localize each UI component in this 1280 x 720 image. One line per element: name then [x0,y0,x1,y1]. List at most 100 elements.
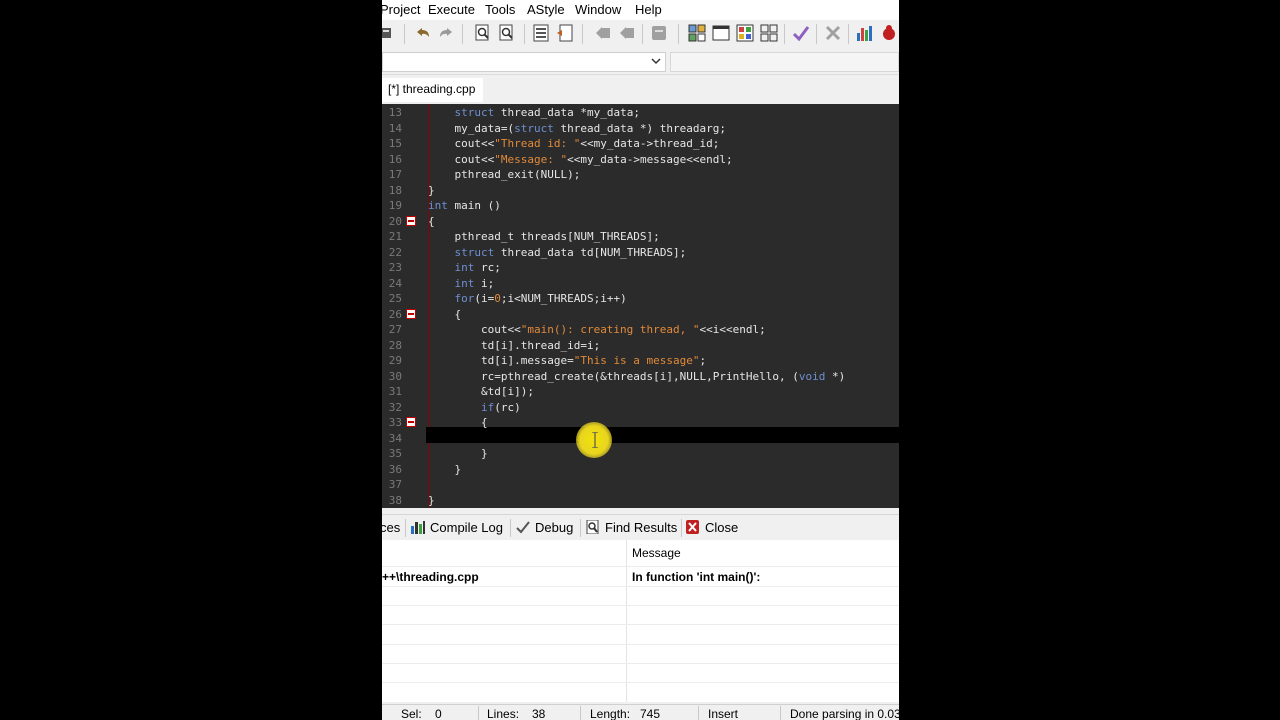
line-number: 16 [388,152,402,166]
line-number: 15 [388,137,402,150]
tab-debug[interactable]: Debug [515,520,573,535]
status-parse-message: Done parsing in 0.03 [790,707,899,720]
log-message-cell: In function 'int main()': [632,570,761,584]
redo-icon[interactable] [437,24,455,42]
profile-chart-icon[interactable] [856,24,874,42]
replace-icon[interactable] [498,24,516,42]
tab-resources[interactable]: ces [382,520,400,535]
code-line[interactable]: } [428,462,461,477]
compile-log-table: Message ++\threading.cpp In function 'in… [382,540,899,702]
code-line[interactable]: td[i].thread_id=i; [428,338,600,353]
code-line[interactable]: int main () [428,198,501,213]
line-number: 22 [388,245,402,259]
code-line[interactable]: int i; [428,276,495,291]
line-number: 34 [388,431,402,445]
grid-icon[interactable] [760,24,778,42]
code-line[interactable]: &td[i]); [428,384,534,399]
code-line[interactable]: for(i=0;i<NUM_THREADS;i++) [428,291,627,306]
status-bar: Sel: 0 Lines: 38 Length: 745 Insert Done… [382,704,899,720]
goto-icon[interactable] [650,24,668,42]
class-selector[interactable] [382,52,666,72]
find-icon[interactable] [474,24,492,42]
member-selector[interactable] [670,52,899,72]
code-line[interactable]: struct thread_data *my_data; [428,105,640,120]
line-number: 38 [388,493,402,507]
code-line[interactable]: { [428,415,488,430]
line-number: 13 [388,106,402,119]
column-header-message[interactable]: Message [632,546,681,560]
line-number: 33 [388,416,402,429]
bottom-panel-tabs: ces Compile Log Debug Find Results Close [382,514,899,541]
status-insert-mode: Insert [708,707,739,720]
code-line[interactable]: { [428,307,461,322]
line-number: 25 [388,292,402,305]
tab-compile-log[interactable]: Compile Log [410,520,503,535]
class-browser-icon[interactable] [736,24,754,42]
close-icon [686,520,699,534]
code-line[interactable]: cout<<"main(): creating thread, "<<i<<en… [428,322,766,337]
line-number: 20 [388,214,402,228]
menu-execute[interactable]: Execute [428,2,475,17]
status-lines-label: Lines: [487,707,520,720]
column-divider [626,540,627,702]
undo-icon[interactable] [414,24,432,42]
fold-toggle-icon[interactable] [406,215,416,226]
current-line-highlight [426,427,899,443]
code-line[interactable]: } [428,493,435,508]
tab-threading-cpp[interactable]: [*] threading.cpp [382,78,484,102]
stop-icon[interactable] [824,24,842,42]
window-icon[interactable] [712,24,730,42]
line-number: 29 [388,354,402,367]
line-number: 24 [388,276,402,290]
print-icon[interactable] [382,24,400,42]
line-number-gutter: 13 14 15 16 17 18 19 20 21 22 23 24 25 26 27 28 29 30 31 32… [382,104,426,508]
code-line[interactable]: if(rc) [428,400,521,415]
line-number: 14 [388,121,402,135]
status-sel-value: 0 [435,707,442,720]
code-line[interactable]: my_data=(struct thread_data *) threadarg… [428,121,726,136]
code-line[interactable]: int rc; [428,260,501,275]
unindent-icon[interactable] [556,24,574,42]
debug-check-icon [516,521,530,534]
menu-window[interactable]: Window [575,2,621,17]
code-line[interactable]: struct thread_data td[NUM_THREADS]; [428,245,687,260]
chevron-down-icon[interactable] [651,56,661,66]
bookmark-prev-icon[interactable] [594,24,612,42]
code-line[interactable]: rc=pthread_create(&threads[i],NULL,Print… [428,369,845,384]
line-number: 36 [388,462,402,476]
line-number: 32 [388,400,402,414]
find-results-icon [586,520,599,534]
editor-tab-strip: [*] threading.cpp [382,76,899,102]
fold-toggle-icon[interactable] [406,308,416,319]
menu-astyle[interactable]: AStyle [527,2,565,17]
code-editor[interactable]: 13 14 15 16 17 18 19 20 21 22 23 24 25 26 27 28 29 30 31 32… [382,104,899,508]
line-number: 30 [388,369,402,383]
tab-find-results[interactable]: Find Results [585,520,677,535]
code-line[interactable]: } [428,446,488,461]
code-line[interactable]: cout<<"Message: "<<my_data->message<<end… [428,152,732,167]
code-line[interactable]: pthread_exit(NULL); [428,167,580,182]
indent-icon[interactable] [532,24,550,42]
code-line[interactable]: td[i].message="This is a message"; [428,353,706,368]
line-number: 17 [388,168,402,181]
code-line[interactable]: pthread_t threads[NUM_THREADS]; [428,229,659,244]
ide-window: Project Execute Tools AStyle Window Help [382,0,899,720]
code-line[interactable]: { [428,214,435,229]
menu-help[interactable]: Help [635,2,662,17]
compile-log-icon [411,521,425,534]
toolbar [382,20,899,48]
line-number: 18 [388,183,402,197]
bookmark-next-icon[interactable] [618,24,636,42]
menu-bar: Project Execute Tools AStyle Window Help [382,0,899,20]
tab-close[interactable]: Close [685,520,738,535]
code-line[interactable]: cout<<"Thread id: "<<my_data->thread_id; [428,136,719,151]
check-icon[interactable] [792,24,810,42]
line-number: 19 [388,199,402,212]
new-project-icon[interactable] [688,24,706,42]
fold-toggle-icon[interactable] [406,417,416,427]
code-line[interactable]: } [428,183,435,198]
menu-project[interactable]: Project [382,2,420,17]
menu-tools[interactable]: Tools [485,2,515,17]
line-number: 31 [388,385,402,398]
debug-bug-icon[interactable] [880,24,898,42]
